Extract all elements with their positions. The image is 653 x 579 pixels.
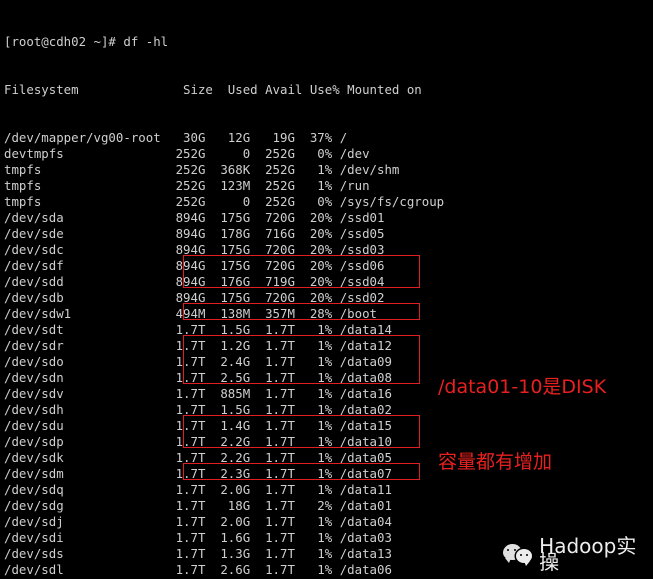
table-row: /dev/sdw1 494M 138M 357M 28% /boot bbox=[4, 306, 377, 321]
table-row: /dev/sdl 1.7T 2.6G 1.7T 1% /data06 bbox=[4, 562, 392, 577]
table-header-row: Filesystem Size Used Avail Use% Mounted … bbox=[4, 82, 422, 97]
table-row: /dev/sds 1.7T 1.3G 1.7T 1% /data13 bbox=[4, 546, 392, 561]
table-row: /dev/sdb 894G 175G 720G 20% /ssd02 bbox=[4, 290, 385, 305]
table-row: tmpfs 252G 123M 252G 1% /run bbox=[4, 178, 370, 193]
table-row: /dev/sdd 894G 176G 719G 20% /ssd04 bbox=[4, 274, 385, 289]
table-row: /dev/sda 894G 175G 720G 20% /ssd01 bbox=[4, 210, 385, 225]
table-row: /dev/sdc 894G 175G 720G 20% /ssd03 bbox=[4, 242, 385, 257]
annotation-text: /data01-10是DISK 容量都有增加 bbox=[438, 325, 606, 525]
annotation-line-1: /data01-10是DISK bbox=[438, 376, 607, 398]
table-row: tmpfs 252G 0 252G 0% /sys/fs/cgroup bbox=[4, 194, 445, 209]
watermark: Hadoop实操 bbox=[503, 534, 653, 574]
table-row: /dev/sde 894G 178G 716G 20% /ssd05 bbox=[4, 226, 385, 241]
command-prompt-line: [root@cdh02 ~]# df -hl bbox=[4, 34, 169, 49]
watermark-label: Hadoop实操 bbox=[539, 534, 637, 574]
table-row: /dev/sdi 1.7T 1.6G 1.7T 1% /data03 bbox=[4, 530, 392, 545]
table-row: devtmpfs 252G 0 252G 0% /dev bbox=[4, 146, 370, 161]
annotation-line-2: 容量都有增加 bbox=[438, 451, 553, 473]
wechat-icon bbox=[503, 542, 533, 566]
table-row: /dev/mapper/vg00-root 30G 12G 19G 37% / bbox=[4, 130, 348, 145]
table-row: tmpfs 252G 368K 252G 1% /dev/shm bbox=[4, 162, 400, 177]
table-row: /dev/sdf 894G 175G 720G 20% /ssd06 bbox=[4, 258, 385, 273]
terminal-window[interactable]: [root@cdh02 ~]# df -hl Filesystem Size U… bbox=[0, 0, 653, 579]
